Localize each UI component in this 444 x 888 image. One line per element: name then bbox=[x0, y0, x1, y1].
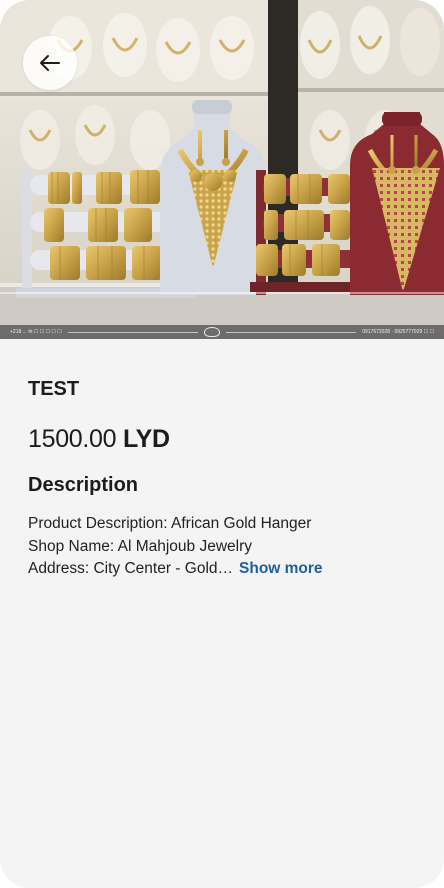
description-line: Product Description: African Gold Hanger bbox=[28, 515, 312, 532]
price-amount: 1500.00 bbox=[28, 425, 117, 453]
description-line-last: Address: City Center - Gold… Show more bbox=[28, 558, 418, 581]
description-line-text: Address: City Center - Gold… bbox=[28, 560, 234, 577]
product-title: TEST bbox=[28, 378, 80, 400]
product-details: TEST 1500.00 LYD Description Product Des… bbox=[28, 339, 418, 581]
watermark-divider bbox=[225, 331, 357, 333]
image-watermark-strip: +218 ... ✉ ☐ ☐ ☐ ☐ ☐ 0917672028 · 092577… bbox=[0, 325, 444, 339]
price-currency: LYD bbox=[122, 425, 170, 453]
show-more-link[interactable]: Show more bbox=[239, 560, 323, 577]
product-detail-screen: +218 ... ✉ ☐ ☐ ☐ ☐ ☐ 0917672028 · 092577… bbox=[0, 0, 444, 888]
product-price: 1500.00 LYD bbox=[28, 424, 418, 454]
description-heading: Description bbox=[28, 474, 139, 496]
watermark-left-text: +218 ... ✉ ☐ ☐ ☐ ☐ ☐ bbox=[10, 329, 62, 335]
arrow-left-icon bbox=[40, 55, 60, 71]
description-line: Shop Name: Al Mahjoub Jewelry bbox=[28, 537, 253, 555]
shop-logo-icon bbox=[203, 327, 220, 337]
watermark-right-text: 0917672028 · 0925777929 ☐ ☐ bbox=[362, 329, 435, 335]
watermark-divider bbox=[67, 331, 198, 333]
bust-right bbox=[350, 112, 444, 295]
description-body: Product Description: African Gold Hanger… bbox=[28, 513, 418, 581]
back-button[interactable] bbox=[23, 36, 77, 90]
product-image: +218 ... ✉ ☐ ☐ ☐ ☐ ☐ 0917672028 · 092577… bbox=[0, 0, 444, 339]
